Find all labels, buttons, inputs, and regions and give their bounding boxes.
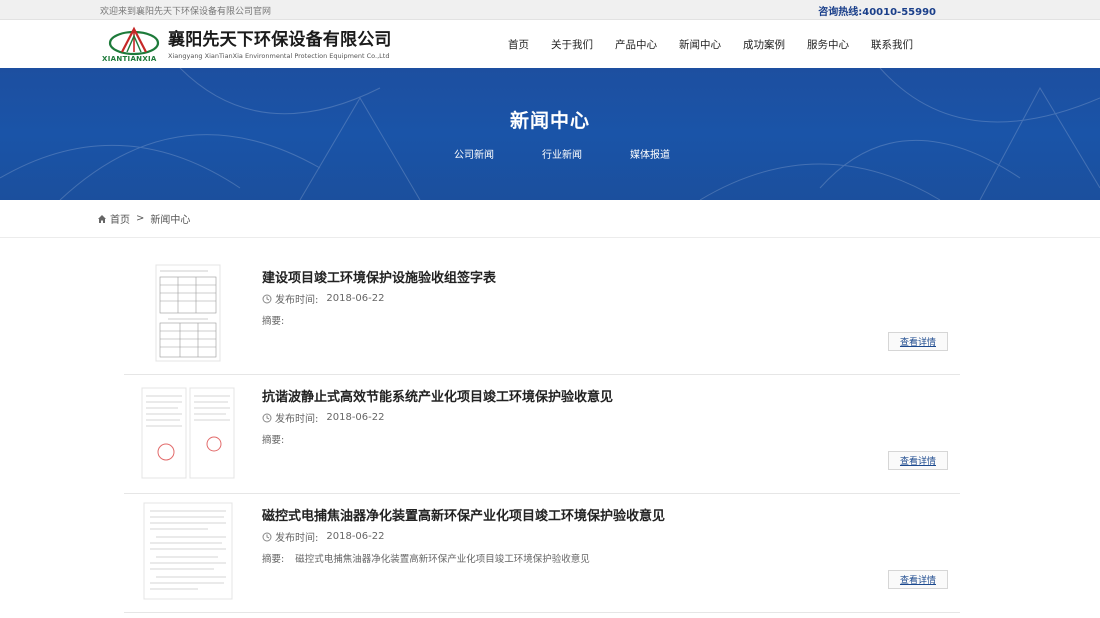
date-label: 发布时间: bbox=[275, 295, 319, 306]
date-value: 2018-06-22 bbox=[326, 412, 385, 423]
hotline: 咨询热线:40010-55990 bbox=[818, 6, 936, 18]
news-thumbnail[interactable] bbox=[138, 501, 238, 601]
top-bar: 欢迎来到襄阳先天下环保设备有限公司官网 咨询热线:40010-55990 bbox=[0, 0, 1100, 20]
date-label: 发布时间: bbox=[275, 533, 319, 544]
news-date: 发布时间: 2018-06-22 bbox=[262, 410, 385, 425]
nav-contact[interactable]: 联系我们 bbox=[871, 37, 913, 52]
company-name-en: Xiangyang XianTianXia Environmental Prot… bbox=[168, 52, 390, 60]
news-abstract: 摘要: bbox=[262, 313, 292, 327]
nav-service[interactable]: 服务中心 bbox=[807, 37, 849, 52]
nav-about[interactable]: 关于我们 bbox=[551, 37, 593, 52]
news-title[interactable]: 建设项目竣工环境保护设施验收组签字表 bbox=[262, 267, 496, 286]
news-item[interactable]: 抗谐波静止式高效节能系统产业化项目竣工环境保护验收意见 发布时间: 2018-0… bbox=[124, 376, 960, 494]
nav-news[interactable]: 新闻中心 bbox=[679, 37, 721, 52]
logo-en-text: XIANTIANXIA bbox=[102, 55, 157, 63]
nav-products[interactable]: 产品中心 bbox=[615, 37, 657, 52]
site-logo[interactable]: XIANTIANXIA 襄阳先天下环保设备有限公司 Xiangyang Xian… bbox=[102, 26, 392, 64]
abstract-text: 磁控式电捕焦油器净化装置高新环保产业化项目竣工环境保护验收意见 bbox=[295, 554, 590, 565]
abstract-label: 摘要: bbox=[262, 554, 285, 565]
view-details-button[interactable]: 查看详情 bbox=[888, 332, 948, 351]
news-date: 发布时间: 2018-06-22 bbox=[262, 291, 385, 306]
clock-icon bbox=[262, 532, 272, 541]
breadcrumb: 首页 > 新闻中心 bbox=[0, 200, 1100, 238]
subnav-industry-news[interactable]: 行业新闻 bbox=[542, 146, 582, 161]
date-label: 发布时间: bbox=[275, 414, 319, 425]
home-icon bbox=[98, 214, 106, 223]
nav-home[interactable]: 首页 bbox=[508, 37, 529, 52]
abstract-label: 摘要: bbox=[262, 435, 285, 446]
news-thumbnail[interactable] bbox=[138, 382, 238, 482]
logo-mark-icon: XIANTIANXIA bbox=[102, 26, 160, 64]
page-banner: 新闻中心 公司新闻 行业新闻 媒体报道 bbox=[0, 68, 1100, 200]
news-title[interactable]: 抗谐波静止式高效节能系统产业化项目竣工环境保护验收意见 bbox=[262, 386, 613, 405]
banner-title: 新闻中心 bbox=[509, 110, 590, 132]
news-item[interactable]: 建设项目竣工环境保护设施验收组签字表 发布时间: 2018-06-22 摘要: … bbox=[124, 257, 960, 375]
breadcrumb-separator: > bbox=[136, 213, 145, 224]
subnav-media[interactable]: 媒体报道 bbox=[630, 146, 670, 161]
welcome-text: 欢迎来到襄阳先天下环保设备有限公司官网 bbox=[100, 6, 272, 17]
company-name: 襄阳先天下环保设备有限公司 bbox=[168, 30, 392, 50]
banner-subnav: 公司新闻 行业新闻 媒体报道 bbox=[0, 146, 1100, 161]
news-list: 建设项目竣工环境保护设施验收组签字表 发布时间: 2018-06-22 摘要: … bbox=[124, 257, 960, 614]
view-details-button[interactable]: 查看详情 bbox=[888, 451, 948, 470]
news-title[interactable]: 磁控式电捕焦油器净化装置高新环保产业化项目竣工环境保护验收意见 bbox=[262, 505, 665, 524]
breadcrumb-home[interactable]: 首页 bbox=[110, 211, 130, 226]
view-details-button[interactable]: 查看详情 bbox=[888, 570, 948, 589]
banner-pattern-icon bbox=[0, 68, 1100, 200]
subnav-company-news[interactable]: 公司新闻 bbox=[454, 146, 494, 161]
news-date: 发布时间: 2018-06-22 bbox=[262, 529, 385, 544]
abstract-label: 摘要: bbox=[262, 316, 285, 327]
nav-cases[interactable]: 成功案例 bbox=[743, 37, 785, 52]
news-item[interactable]: 磁控式电捕焦油器净化装置高新环保产业化项目竣工环境保护验收意见 发布时间: 20… bbox=[124, 495, 960, 613]
news-abstract: 摘要: bbox=[262, 432, 292, 446]
clock-icon bbox=[262, 294, 272, 303]
date-value: 2018-06-22 bbox=[326, 293, 385, 304]
news-thumbnail[interactable] bbox=[138, 263, 238, 363]
main-nav: 首页 关于我们 产品中心 新闻中心 成功案例 服务中心 联系我们 bbox=[508, 20, 935, 68]
clock-icon bbox=[262, 413, 272, 422]
news-abstract: 摘要: 磁控式电捕焦油器净化装置高新环保产业化项目竣工环境保护验收意见 bbox=[262, 551, 590, 565]
header: XIANTIANXIA 襄阳先天下环保设备有限公司 Xiangyang Xian… bbox=[0, 20, 1100, 68]
date-value: 2018-06-22 bbox=[326, 531, 385, 542]
breadcrumb-current: 新闻中心 bbox=[150, 215, 191, 226]
